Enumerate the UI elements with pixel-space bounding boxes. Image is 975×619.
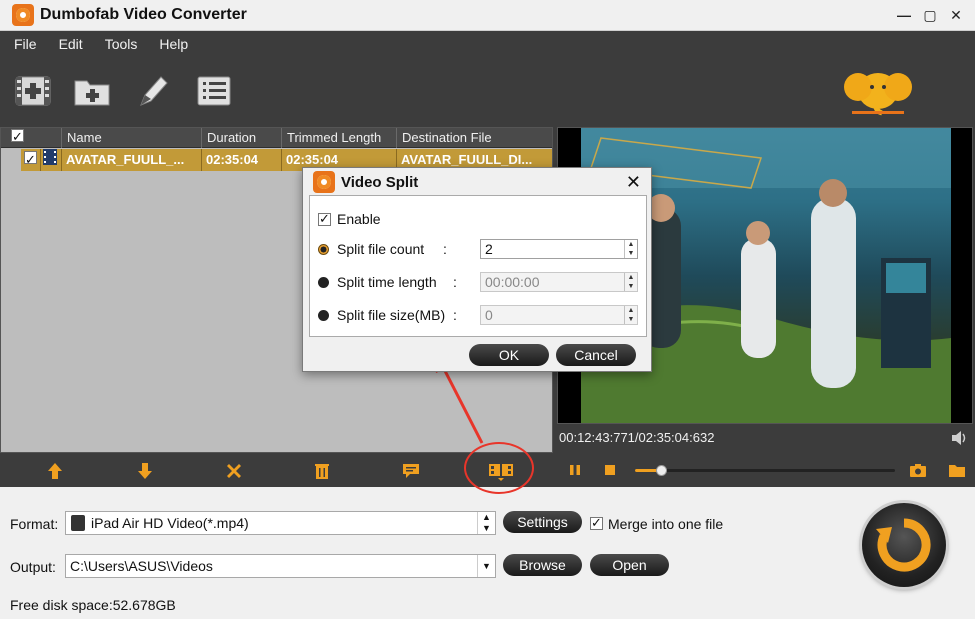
maximize-icon[interactable]: ▢ bbox=[921, 6, 939, 24]
open-folder-icon[interactable] bbox=[948, 462, 966, 478]
app-logo-icon bbox=[12, 4, 34, 26]
split-size-row: Split file size(MB) bbox=[318, 307, 445, 323]
dialog-app-icon bbox=[313, 171, 335, 193]
pause-icon[interactable] bbox=[569, 464, 581, 476]
volume-icon[interactable] bbox=[951, 430, 969, 446]
split-size-radio[interactable] bbox=[318, 309, 329, 321]
dumbofab-elephant-logo bbox=[844, 73, 912, 116]
row-duration: 02:35:04 bbox=[202, 149, 282, 171]
annotation-circle bbox=[464, 442, 534, 494]
format-label: Format: bbox=[10, 516, 59, 532]
add-video-icon[interactable] bbox=[13, 71, 53, 111]
merge-label: Merge into one file bbox=[608, 516, 724, 532]
move-down-icon[interactable] bbox=[135, 461, 155, 481]
col-trimmed-length[interactable]: Trimmed Length bbox=[282, 127, 397, 148]
spin-arrows-icon[interactable]: ▲ ▼ bbox=[624, 273, 637, 291]
toolbar bbox=[0, 57, 975, 125]
format-select[interactable]: iPad Air HD Video(*.mp4) ▲ ▼ bbox=[65, 511, 496, 535]
dialog-title: Video Split bbox=[341, 173, 419, 191]
playback-controls bbox=[557, 453, 975, 487]
col-duration[interactable]: Duration bbox=[202, 127, 282, 148]
title-bar: Dumbofab Video Converter — ▢ ✕ bbox=[0, 0, 975, 31]
seek-handle[interactable] bbox=[656, 465, 667, 476]
split-size-value: 0 bbox=[485, 307, 493, 323]
film-icon bbox=[41, 149, 62, 171]
time-readout-bar: 00:12:43:771/02:35:04:632 bbox=[557, 424, 973, 452]
spin-arrows-icon[interactable]: ▲ ▼ bbox=[624, 306, 637, 324]
colon: : bbox=[453, 274, 457, 290]
settings-button[interactable]: Settings bbox=[503, 511, 582, 533]
cancel-button[interactable]: Cancel bbox=[556, 344, 636, 366]
split-time-radio[interactable] bbox=[318, 276, 329, 288]
seek-track[interactable] bbox=[635, 465, 895, 476]
row-checkbox[interactable] bbox=[24, 149, 37, 171]
spin-arrows-icon[interactable]: ▲ ▼ bbox=[624, 240, 637, 258]
split-time-row: Split time length bbox=[318, 274, 437, 290]
menu-bar: File Edit Tools Help bbox=[0, 31, 975, 57]
dialog-title-bar: Video Split ✕ bbox=[303, 168, 651, 196]
dialog-body: Enable Split file count : 2 ▲▼ Split tim… bbox=[309, 195, 647, 337]
output-label: Output: bbox=[10, 559, 56, 575]
select-all-checkbox[interactable] bbox=[11, 127, 24, 147]
browse-button[interactable]: Browse bbox=[503, 554, 582, 576]
stop-icon[interactable] bbox=[605, 465, 615, 475]
split-count-input[interactable]: 2 ▲ ▼ bbox=[480, 239, 638, 259]
convert-refresh-icon bbox=[876, 518, 931, 572]
row-check-cell bbox=[21, 149, 41, 171]
colon: : bbox=[453, 307, 457, 323]
window-title: Dumbofab Video Converter bbox=[40, 6, 247, 23]
convert-button[interactable] bbox=[862, 503, 946, 587]
col-name[interactable]: Name bbox=[62, 127, 202, 148]
split-count-value: 2 bbox=[485, 241, 493, 257]
chevron-down-icon[interactable]: ▼ bbox=[477, 555, 495, 577]
output-path-field[interactable]: C:\Users\ASUS\Videos ▼ bbox=[65, 554, 496, 578]
trash-icon[interactable] bbox=[312, 461, 332, 481]
menu-edit[interactable]: Edit bbox=[59, 36, 83, 52]
file-list-header: Name Duration Trimmed Length Destination… bbox=[1, 127, 552, 148]
col-destination[interactable]: Destination File bbox=[397, 128, 552, 148]
enable-label: Enable bbox=[337, 211, 381, 227]
split-time-label: Split time length bbox=[337, 274, 437, 290]
time-readout: 00:12:43:771/02:35:04:632 bbox=[559, 430, 715, 445]
task-list-icon[interactable] bbox=[194, 71, 234, 111]
split-size-label: Split file size(MB) bbox=[337, 307, 446, 323]
add-folder-icon[interactable] bbox=[72, 71, 112, 111]
output-settings-panel: Format: iPad Air HD Video(*.mp4) ▲ ▼ Sett… bbox=[0, 487, 975, 619]
split-time-value: 00:00:00 bbox=[485, 274, 540, 290]
merge-checkbox[interactable] bbox=[590, 515, 603, 531]
split-count-label: Split file count bbox=[337, 241, 425, 257]
ok-button[interactable]: OK bbox=[469, 344, 549, 366]
edit-pencil-icon[interactable] bbox=[133, 71, 173, 111]
select-all-cell[interactable] bbox=[1, 127, 62, 148]
comment-icon[interactable] bbox=[401, 461, 421, 481]
split-time-input[interactable]: 00:00:00 ▲ ▼ bbox=[480, 272, 638, 292]
menu-help[interactable]: Help bbox=[159, 36, 188, 52]
video-split-dialog: Video Split ✕ Enable Split file count : … bbox=[302, 167, 652, 372]
move-up-icon[interactable] bbox=[45, 461, 65, 481]
snapshot-camera-icon[interactable] bbox=[909, 462, 927, 478]
enable-row: Enable bbox=[318, 211, 381, 227]
free-disk-space: Free disk space:52.678GB bbox=[10, 597, 176, 613]
ipad-icon bbox=[71, 515, 85, 531]
open-button[interactable]: Open bbox=[590, 554, 669, 576]
menu-file[interactable]: File bbox=[14, 36, 37, 52]
enable-checkbox[interactable] bbox=[318, 211, 331, 227]
menu-tools[interactable]: Tools bbox=[105, 36, 138, 52]
close-icon[interactable]: ✕ bbox=[947, 6, 965, 24]
split-count-radio[interactable] bbox=[318, 243, 329, 255]
remove-icon[interactable] bbox=[224, 461, 244, 481]
output-path-value: C:\Users\ASUS\Videos bbox=[70, 558, 213, 574]
split-size-input[interactable]: 0 ▲ ▼ bbox=[480, 305, 638, 325]
dialog-close-icon[interactable]: ✕ bbox=[626, 172, 641, 193]
format-spinner-icon[interactable]: ▲ ▼ bbox=[477, 512, 495, 534]
colon: : bbox=[443, 241, 447, 257]
row-name: AVATAR_FUULL_... bbox=[62, 149, 202, 171]
split-count-row: Split file count bbox=[318, 241, 424, 257]
minimize-icon[interactable]: — bbox=[895, 6, 913, 24]
format-value: iPad Air HD Video(*.mp4) bbox=[91, 515, 249, 531]
